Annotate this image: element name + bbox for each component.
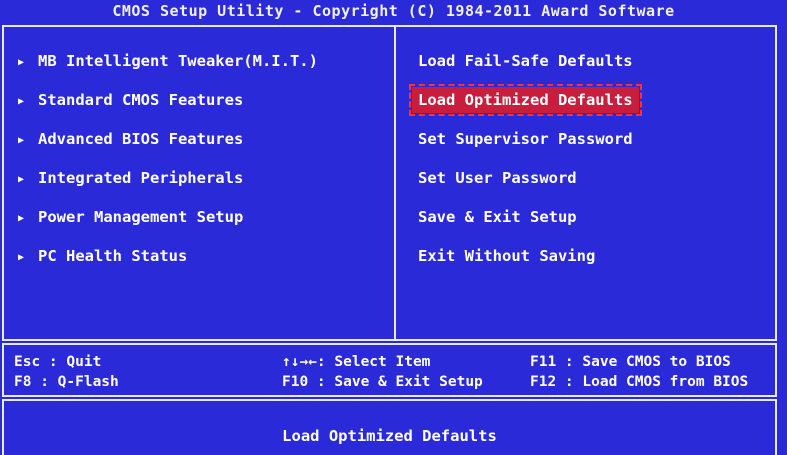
help-f8-qflash: F8 : Q-Flash — [14, 374, 119, 390]
menu-item-pc-health[interactable]: ▶ PC Health Status — [18, 245, 187, 267]
menu-item-power-management[interactable]: ▶ Power Management Setup — [18, 206, 243, 228]
menu-divider — [394, 27, 396, 339]
status-frame: Load Optimized Defaults — [2, 399, 777, 455]
menu-item-label: Standard CMOS Features — [38, 91, 244, 109]
right-triangle-icon: ▶ — [18, 252, 25, 263]
help-arrows-select: ↑↓→←: Select Item — [282, 354, 431, 370]
right-triangle-icon: ▶ — [18, 96, 25, 107]
menu-item-label: Advanced BIOS Features — [38, 130, 244, 148]
menu-item-load-failsafe[interactable]: Load Fail-Safe Defaults — [412, 48, 639, 74]
menu-item-advanced-bios[interactable]: ▶ Advanced BIOS Features — [18, 128, 243, 150]
menu-item-label: Power Management Setup — [38, 208, 244, 226]
right-triangle-icon: ▶ — [18, 213, 25, 224]
menu-item-integrated-peripherals[interactable]: ▶ Integrated Peripherals — [18, 167, 243, 189]
status-description: Load Optimized Defaults — [282, 427, 497, 445]
menu-item-label: MB Intelligent Tweaker(M.I.T.) — [38, 52, 318, 70]
menu-item-load-optimized[interactable]: Load Optimized Defaults — [409, 84, 642, 116]
help-f10-save-exit: F10 : Save & Exit Setup — [282, 374, 483, 390]
menu-item-save-exit[interactable]: Save & Exit Setup — [412, 204, 583, 230]
help-f11-save-cmos: F11 : Save CMOS to BIOS — [530, 354, 731, 370]
menu-item-label: Integrated Peripherals — [38, 169, 244, 187]
menu-item-label: PC Health Status — [38, 247, 188, 265]
right-triangle-icon: ▶ — [18, 57, 25, 68]
menu-item-mit[interactable]: ▶ MB Intelligent Tweaker(M.I.T.) — [18, 50, 318, 72]
right-triangle-icon: ▶ — [18, 135, 25, 146]
menu-item-set-user-password[interactable]: Set User Password — [412, 165, 583, 191]
menu-item-set-supervisor-password[interactable]: Set Supervisor Password — [412, 126, 639, 152]
help-esc-quit: Esc : Quit — [14, 354, 102, 370]
menu-item-exit-without-saving[interactable]: Exit Without Saving — [412, 243, 601, 269]
right-triangle-icon: ▶ — [18, 174, 25, 185]
menu-item-standard-cmos[interactable]: ▶ Standard CMOS Features — [18, 89, 243, 111]
window-title: CMOS Setup Utility - Copyright (C) 1984-… — [112, 2, 675, 20]
help-f12-load-cmos: F12 : Load CMOS from BIOS — [530, 374, 749, 390]
